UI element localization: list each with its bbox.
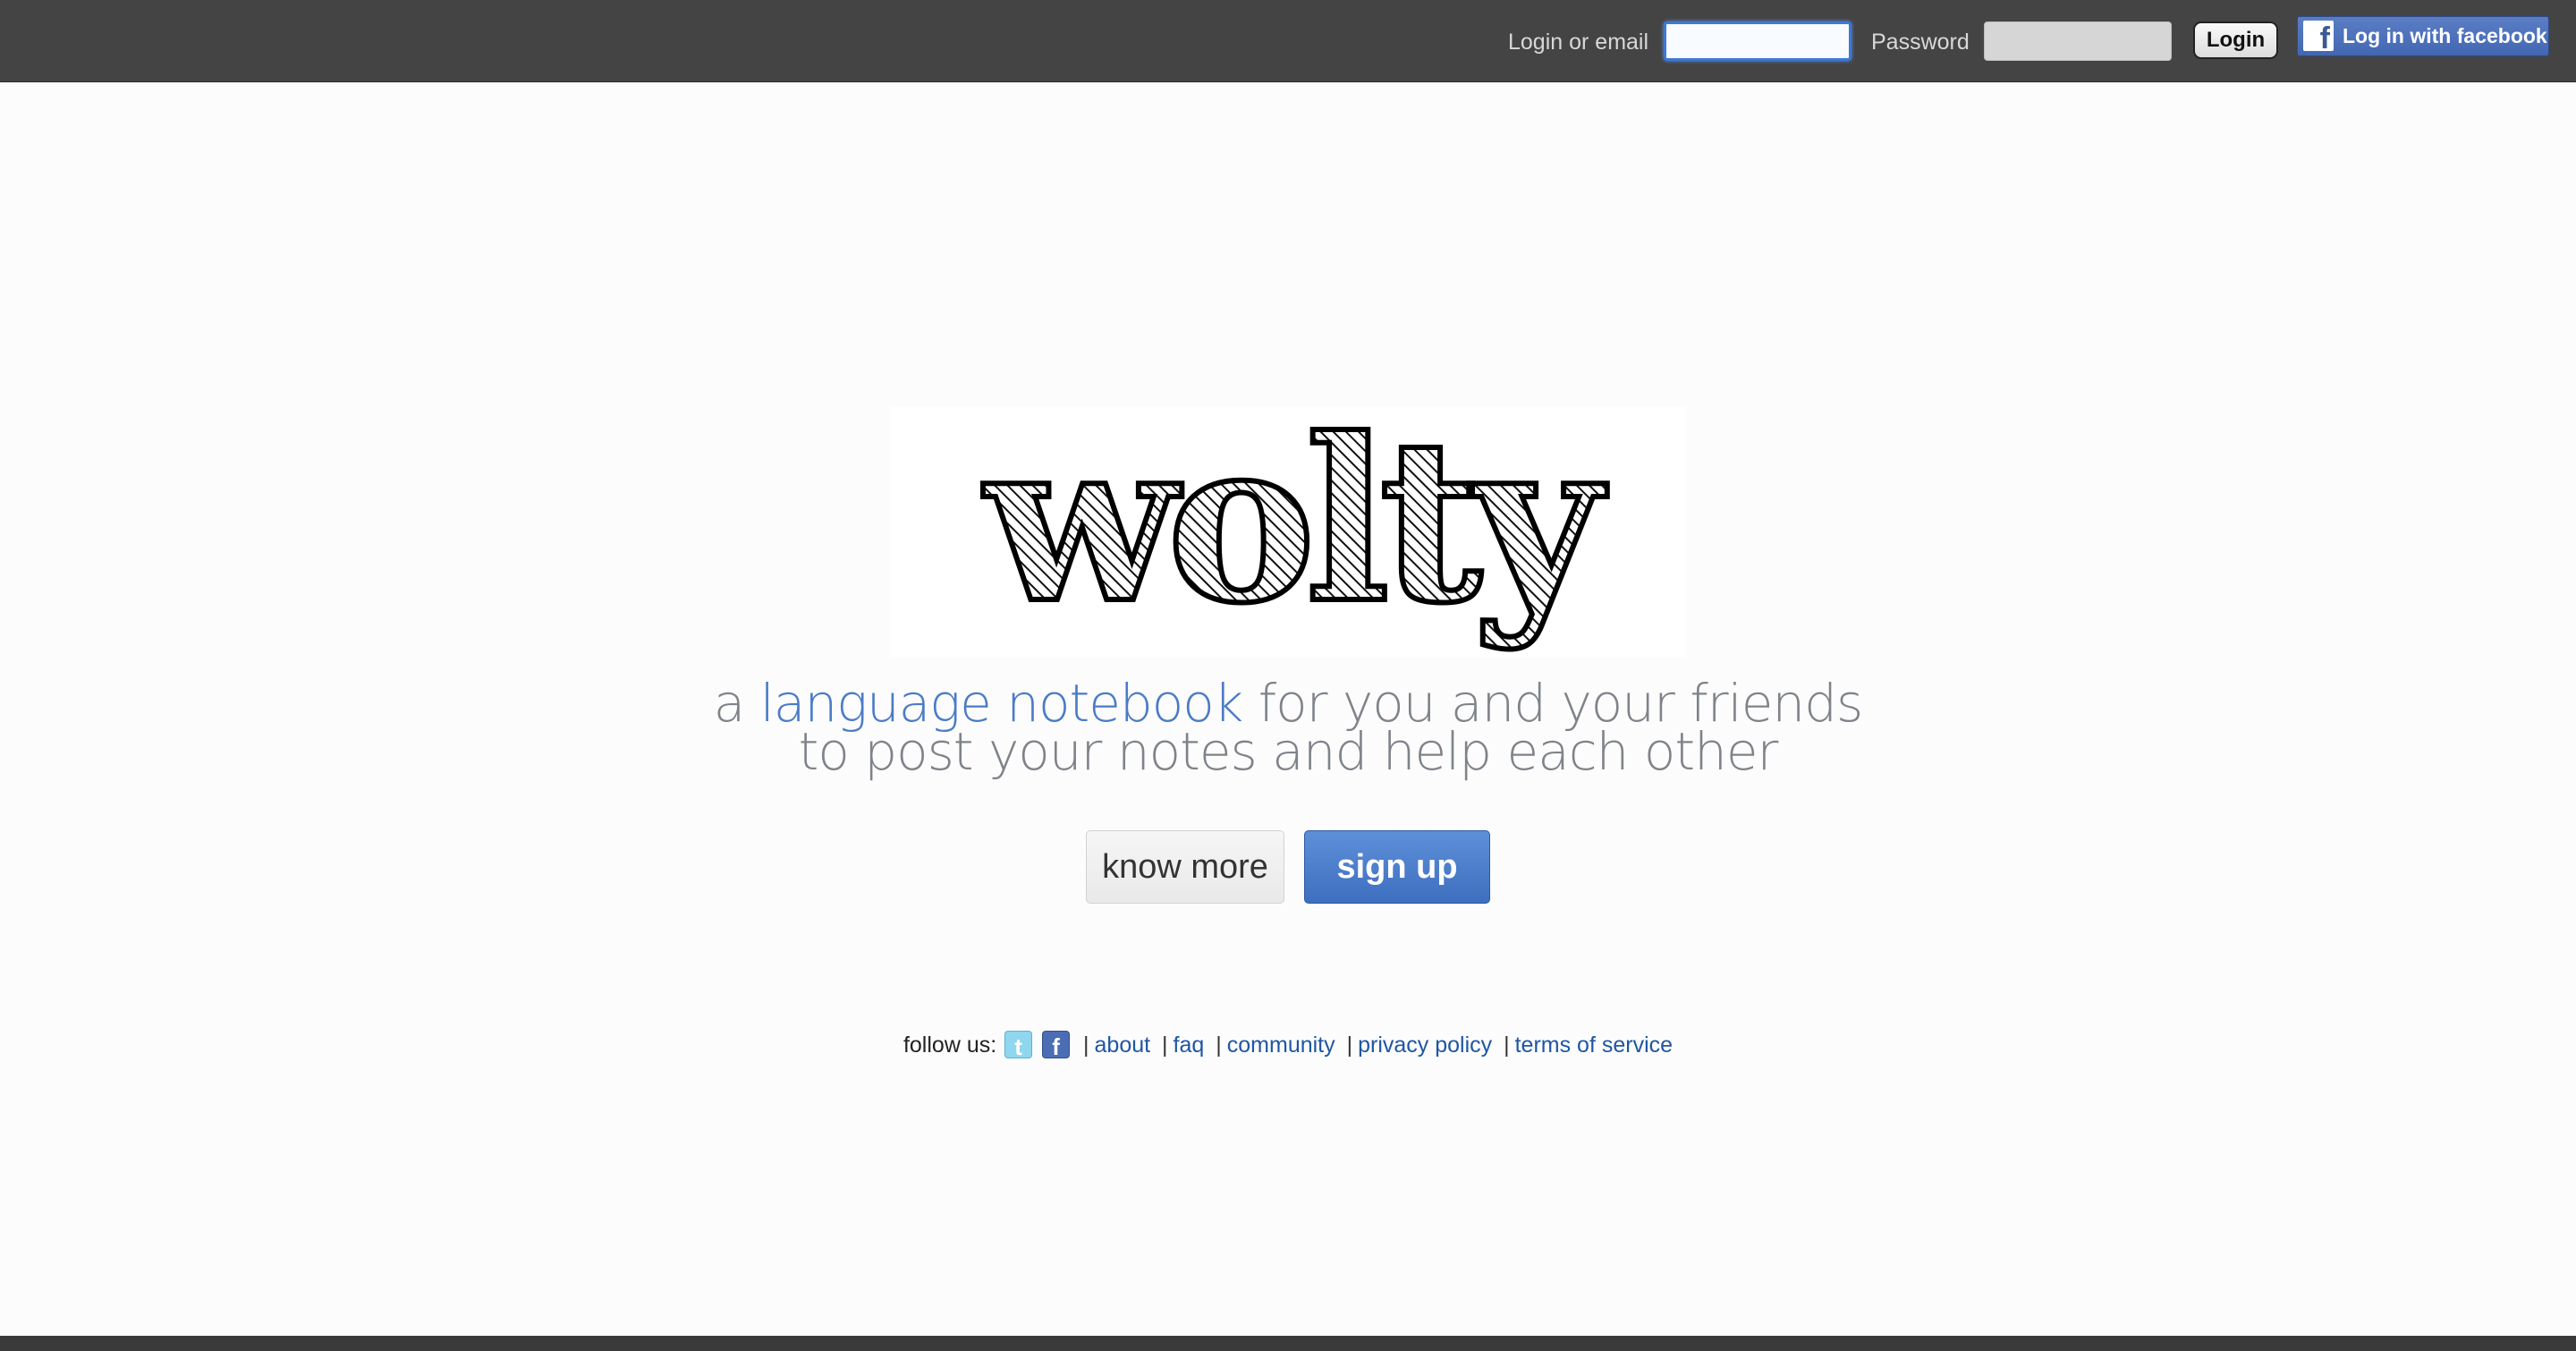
wolty-logo-image: wolty: [979, 387, 1621, 655]
logo-text: wolty: [982, 407, 1607, 652]
twitter-icon[interactable]: t: [1004, 1030, 1033, 1060]
facebook-icon: f: [2303, 21, 2334, 51]
facebook-login-label: Log in with facebook: [2343, 24, 2547, 47]
separator: |: [1504, 1032, 1510, 1058]
separator: |: [1162, 1032, 1168, 1058]
faq-link[interactable]: faq: [1174, 1032, 1205, 1058]
community-link[interactable]: community: [1227, 1032, 1335, 1058]
wolty-logo: wolty: [890, 387, 1686, 658]
terms-of-service-link[interactable]: terms of service: [1515, 1032, 1673, 1058]
separator: |: [1083, 1032, 1089, 1058]
footer-links: follow us: t f | about | faq | community | p…: [0, 1029, 2576, 1061]
login-email-input[interactable]: [1664, 21, 1852, 61]
login-button[interactable]: Login: [2193, 21, 2278, 59]
top-bar: Login or email Password Login f Log in w…: [0, 0, 2576, 82]
separator: |: [1346, 1032, 1353, 1058]
sign-up-button[interactable]: sign up: [1304, 830, 1490, 904]
follow-us-label: follow us:: [902, 1032, 997, 1058]
facebook-login-button[interactable]: f Log in with facebook: [2297, 16, 2549, 56]
password-input[interactable]: [1984, 21, 2172, 61]
tagline-line-2: to post your notes and help each other: [798, 721, 1779, 782]
login-email-label: Login or email: [1508, 30, 1649, 55]
facebook-follow-icon[interactable]: f: [1042, 1030, 1071, 1060]
about-link[interactable]: about: [1095, 1032, 1151, 1058]
password-label: Password: [1871, 30, 1970, 55]
separator: |: [1216, 1032, 1222, 1058]
privacy-policy-link[interactable]: privacy policy: [1358, 1032, 1492, 1058]
know-more-button[interactable]: know more: [1086, 830, 1284, 904]
bottom-strip: [0, 1336, 2576, 1351]
